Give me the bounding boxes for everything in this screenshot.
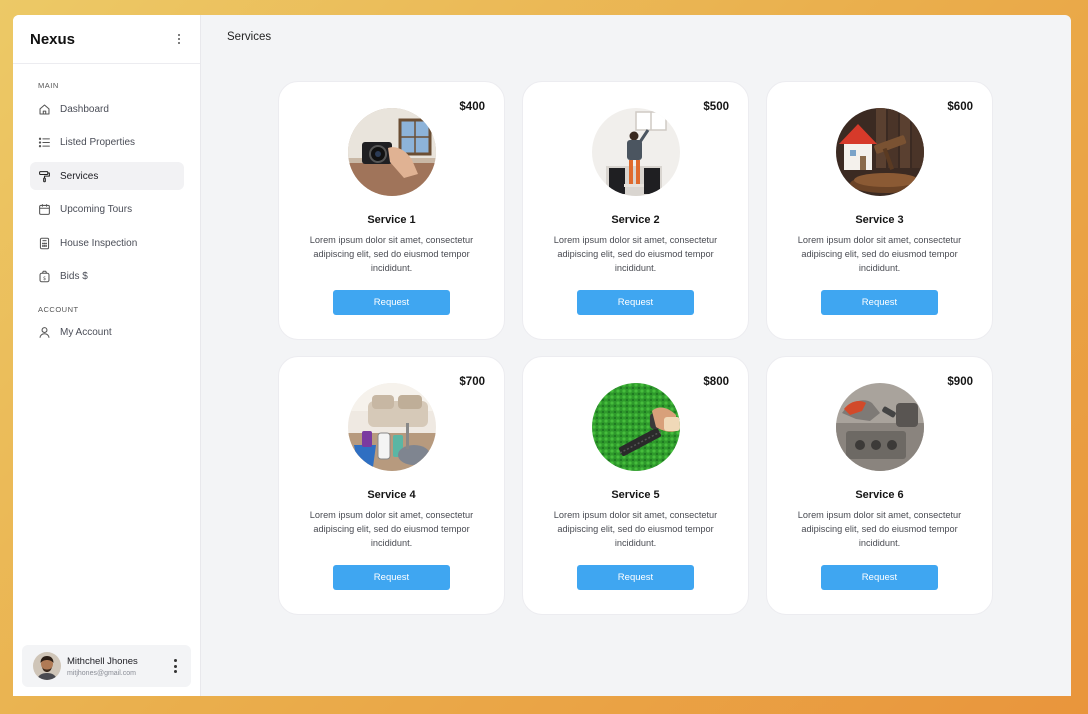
user-profile-card[interactable]: Mithchell Jhones mitjhones@gmail.com [22,645,191,687]
user-info: Mithchell Jhones mitjhones@gmail.com [67,656,170,677]
service-price: $500 [703,101,729,113]
service-price: $900 [947,376,973,388]
sidebar-item-label: Bids $ [60,271,88,283]
service-description: Lorem ipsum dolor sit amet, consectetur … [309,510,474,548]
user-name: Mithchell Jhones [67,655,138,667]
home-icon [39,104,50,114]
sidebar-item-services[interactable]: Services [30,162,184,191]
sidebar-item-label: Services [60,170,99,182]
sidebar-item-label: My Account [60,327,112,339]
service-price: $800 [703,376,729,388]
service-card: $600 Service 3 Lorem ipsum dolor sit ame… [766,81,993,340]
service-price: $400 [459,101,485,113]
sidebar: Nexus MAIN Dashboard Listed Properties S… [13,15,201,696]
svg-text:$: $ [43,276,46,282]
user-email: mitjhones@gmail.com [67,669,136,677]
services-grid: $400 Service 1 Lorem ipsum dolor sit ame… [278,81,993,615]
money-bag-icon: $ [39,271,50,283]
app-window: Nexus MAIN Dashboard Listed Properties S… [13,15,1071,696]
sidebar-nav-main: Dashboard Listed Properties Services Upc… [13,95,200,291]
avatar [33,652,61,680]
sidebar-item-label: Listed Properties [60,137,136,149]
calendar-icon [39,204,50,216]
service-description: Lorem ipsum dolor sit amet, consectetur … [797,235,962,273]
brand-logo: Nexus [30,30,76,48]
request-button[interactable]: Request [577,290,694,315]
sidebar-item-upcoming-tours[interactable]: Upcoming Tours [30,196,184,224]
service-card: $400 Service 1 Lorem ipsum dolor sit ame… [278,81,505,340]
service-price: $600 [947,101,973,113]
calculator-icon [39,237,50,250]
request-button[interactable]: Request [821,565,938,590]
paint-roller-icon [39,170,50,182]
request-button[interactable]: Request [821,290,938,315]
request-button[interactable]: Request [577,565,694,590]
service-description: Lorem ipsum dolor sit amet, consectetur … [553,510,718,548]
service-card: $900 Service 6 Lorem ipsum dolor sit ame… [766,356,993,615]
service-card: $700 Service 4 Lorem ipsum dolor sit ame… [278,356,505,615]
service-image [835,108,924,196]
user-icon [39,327,50,339]
sidebar-item-label: Upcoming Tours [60,204,133,216]
sidebar-item-my-account[interactable]: My Account [30,319,184,347]
sidebar-item-dashboard[interactable]: Dashboard [30,95,184,123]
sidebar-item-listed-properties[interactable]: Listed Properties [30,129,184,157]
sidebar-item-house-inspection[interactable]: House Inspection [30,229,184,257]
user-menu-icon[interactable] [170,659,180,673]
sidebar-nav-account: My Account [13,319,200,347]
service-description: Lorem ipsum dolor sit amet, consectetur … [797,510,962,548]
service-price: $700 [459,376,485,388]
service-description: Lorem ipsum dolor sit amet, consectetur … [553,235,718,273]
service-title: Service 4 [367,489,416,501]
service-card: $500 Service 2 Lorem ipsum dolor sit ame… [522,81,749,340]
service-image [835,383,924,471]
sidebar-header: Nexus [13,15,200,64]
service-title: Service 6 [855,489,904,501]
request-button[interactable]: Request [333,290,450,315]
page-title: Services [227,31,272,43]
service-image [591,383,680,471]
sidebar-menu-icon[interactable] [174,34,184,44]
service-description: Lorem ipsum dolor sit amet, consectetur … [309,235,474,273]
sidebar-item-label: Dashboard [60,103,109,115]
service-title: Service 5 [611,489,660,501]
section-label-main: MAIN [38,81,59,90]
sidebar-item-label: House Inspection [60,237,138,249]
service-image [347,383,436,471]
request-button[interactable]: Request [333,565,450,590]
service-title: Service 1 [367,214,416,226]
sidebar-item-bids[interactable]: $ Bids $ [30,263,184,291]
service-image [591,108,680,196]
service-card: $800 Service 5 Lorem ipsum dolor sit ame… [522,356,749,615]
section-label-account: ACCOUNT [38,304,79,314]
service-title: Service 2 [611,214,660,226]
service-title: Service 3 [855,214,904,226]
list-icon [38,137,50,148]
service-image [347,108,436,196]
